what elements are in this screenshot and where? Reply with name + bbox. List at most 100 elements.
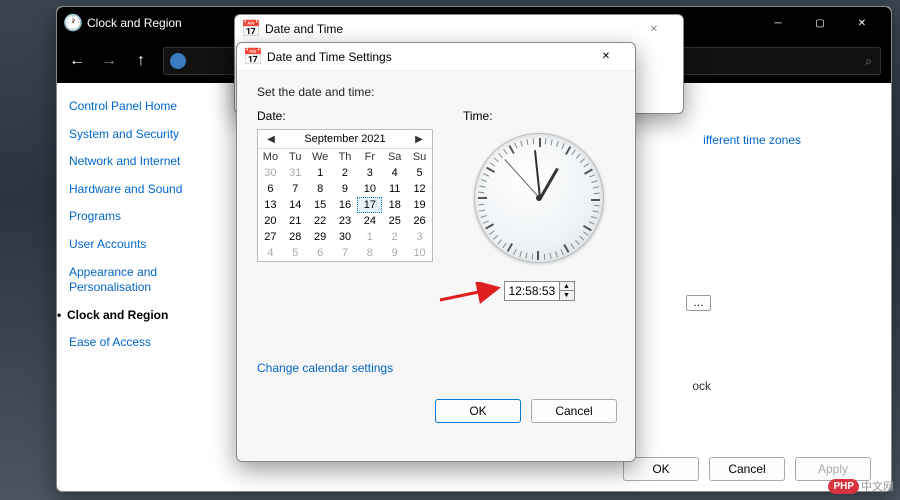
calendar-day[interactable]: 19 xyxy=(407,197,432,213)
calendar-day[interactable]: 4 xyxy=(382,165,407,181)
calendar-day[interactable]: 17 xyxy=(357,197,382,213)
spinner-down[interactable]: ▼ xyxy=(560,291,574,300)
calendar-dow: Fr xyxy=(357,149,382,165)
hour-hand xyxy=(539,168,559,199)
calendar-dow: Mo xyxy=(258,149,283,165)
settings-title: Date and Time Settings xyxy=(267,50,585,64)
change-button-fragment[interactable]: … xyxy=(686,295,711,311)
calendar-day[interactable]: 6 xyxy=(308,245,333,261)
window-controls: ✕ xyxy=(585,43,627,71)
close-button[interactable]: ✕ xyxy=(841,9,883,37)
calendar-day[interactable]: 21 xyxy=(283,213,308,229)
watermark-text: 中文网 xyxy=(861,478,894,494)
minute-hand xyxy=(534,150,541,198)
calendar-day[interactable]: 9 xyxy=(382,245,407,261)
calendar-day[interactable]: 29 xyxy=(308,229,333,245)
calendar-header: ◀ September 2021 ▶ xyxy=(258,130,432,149)
calendar-day[interactable]: 9 xyxy=(333,181,358,197)
calendar-day[interactable]: 8 xyxy=(357,245,382,261)
date-time-title: Date and Time xyxy=(265,22,633,36)
calendar-day[interactable]: 7 xyxy=(333,245,358,261)
calendar-day[interactable]: 28 xyxy=(283,229,308,245)
maximize-button[interactable]: ▢ xyxy=(799,9,841,37)
close-button[interactable]: ✕ xyxy=(633,15,675,43)
clock-text-fragment: ock xyxy=(692,379,711,393)
calendar-clock-icon: 📅 xyxy=(243,21,259,37)
back-button[interactable]: ← xyxy=(67,52,87,70)
calendar-day[interactable]: 23 xyxy=(333,213,358,229)
calendar-day[interactable]: 16 xyxy=(333,197,358,213)
search-box[interactable]: ⌕ xyxy=(681,47,881,75)
clock-region-icon: 🕐 xyxy=(65,15,81,31)
cancel-button[interactable]: Cancel xyxy=(531,399,617,423)
window-controls: ─ ▢ ✕ xyxy=(757,9,883,37)
ok-button[interactable]: OK xyxy=(435,399,521,423)
calendar-day[interactable]: 26 xyxy=(407,213,432,229)
instruction-label: Set the date and time: xyxy=(257,85,615,99)
calendar-day[interactable]: 18 xyxy=(382,197,407,213)
calendar-day[interactable]: 20 xyxy=(258,213,283,229)
sidebar-item[interactable]: User Accounts xyxy=(69,237,225,253)
date-time-titlebar: 📅 Date and Time ✕ xyxy=(235,15,683,43)
minimize-button[interactable]: ─ xyxy=(757,9,799,37)
window-controls: ✕ xyxy=(633,15,675,43)
calendar-day[interactable]: 25 xyxy=(382,213,407,229)
settings-content: Set the date and time: Date: ◀ September… xyxy=(237,71,635,387)
calendar-day[interactable]: 30 xyxy=(258,165,283,181)
calendar-day[interactable]: 15 xyxy=(308,197,333,213)
calendar-day[interactable]: 6 xyxy=(258,181,283,197)
calendar-day[interactable]: 7 xyxy=(283,181,308,197)
watermark: PHP 中文网 xyxy=(828,478,894,494)
calendar-day[interactable]: 3 xyxy=(407,229,432,245)
sidebar-item[interactable]: Programs xyxy=(69,209,225,225)
calendar-day[interactable]: 31 xyxy=(283,165,308,181)
calendar-day[interactable]: 2 xyxy=(382,229,407,245)
calendar-dow: We xyxy=(308,149,333,165)
up-button[interactable]: ↑ xyxy=(131,52,151,70)
calendar: ◀ September 2021 ▶ MoTuWeThFrSaSu3031123… xyxy=(257,129,433,262)
calendar-day[interactable]: 27 xyxy=(258,229,283,245)
prev-month-button[interactable]: ◀ xyxy=(264,134,278,145)
calendar-day[interactable]: 30 xyxy=(333,229,358,245)
sidebar-item[interactable]: Ease of Access xyxy=(69,335,225,351)
time-label: Time: xyxy=(463,109,615,123)
calendar-day[interactable]: 5 xyxy=(407,165,432,181)
calendar-month-label[interactable]: September 2021 xyxy=(278,133,412,145)
calendar-day[interactable]: 8 xyxy=(308,181,333,197)
sidebar-home[interactable]: Control Panel Home xyxy=(69,99,225,115)
calendar-day[interactable]: 24 xyxy=(357,213,382,229)
calendar-day[interactable]: 1 xyxy=(357,229,382,245)
calendar-day[interactable]: 1 xyxy=(308,165,333,181)
time-input[interactable] xyxy=(504,281,560,301)
sidebar-item[interactable]: Appearance and Personalisation xyxy=(69,265,225,296)
sidebar-item[interactable]: Hardware and Sound xyxy=(69,182,225,198)
calendar-day[interactable]: 11 xyxy=(382,181,407,197)
calendar-dow: Su xyxy=(407,149,432,165)
calendar-day[interactable]: 2 xyxy=(333,165,358,181)
calendar-day[interactable]: 10 xyxy=(407,245,432,261)
date-column: Date: ◀ September 2021 ▶ MoTuWeThFrSaSu3… xyxy=(257,109,433,301)
calendar-day[interactable]: 10 xyxy=(357,181,382,197)
calendar-day[interactable]: 13 xyxy=(258,197,283,213)
date-label: Date: xyxy=(257,109,433,123)
calendar-day[interactable]: 3 xyxy=(357,165,382,181)
cancel-button[interactable]: Cancel xyxy=(709,457,785,481)
watermark-badge: PHP xyxy=(828,479,859,494)
next-month-button[interactable]: ▶ xyxy=(412,134,426,145)
calendar-day[interactable]: 22 xyxy=(308,213,333,229)
sidebar-item[interactable]: Network and Internet xyxy=(69,154,225,170)
calendar-day[interactable]: 12 xyxy=(407,181,432,197)
forward-button[interactable]: → xyxy=(99,52,119,70)
calendar-dow: Sa xyxy=(382,149,407,165)
calendar-settings-link[interactable]: Change calendar settings xyxy=(257,361,393,375)
calendar-day[interactable]: 14 xyxy=(283,197,308,213)
sidebar-item[interactable]: System and Security xyxy=(69,127,225,143)
calendar-day[interactable]: 5 xyxy=(283,245,308,261)
close-button[interactable]: ✕ xyxy=(585,43,627,71)
sidebar-item[interactable]: Clock and Region xyxy=(69,308,225,324)
calendar-day[interactable]: 4 xyxy=(258,245,283,261)
spinner-up[interactable]: ▲ xyxy=(560,282,574,291)
calendar-grid: MoTuWeThFrSaSu30311234567891011121314151… xyxy=(258,149,432,261)
ok-button[interactable]: OK xyxy=(623,457,699,481)
timezone-link-fragment[interactable]: ifferent time zones xyxy=(703,133,801,147)
